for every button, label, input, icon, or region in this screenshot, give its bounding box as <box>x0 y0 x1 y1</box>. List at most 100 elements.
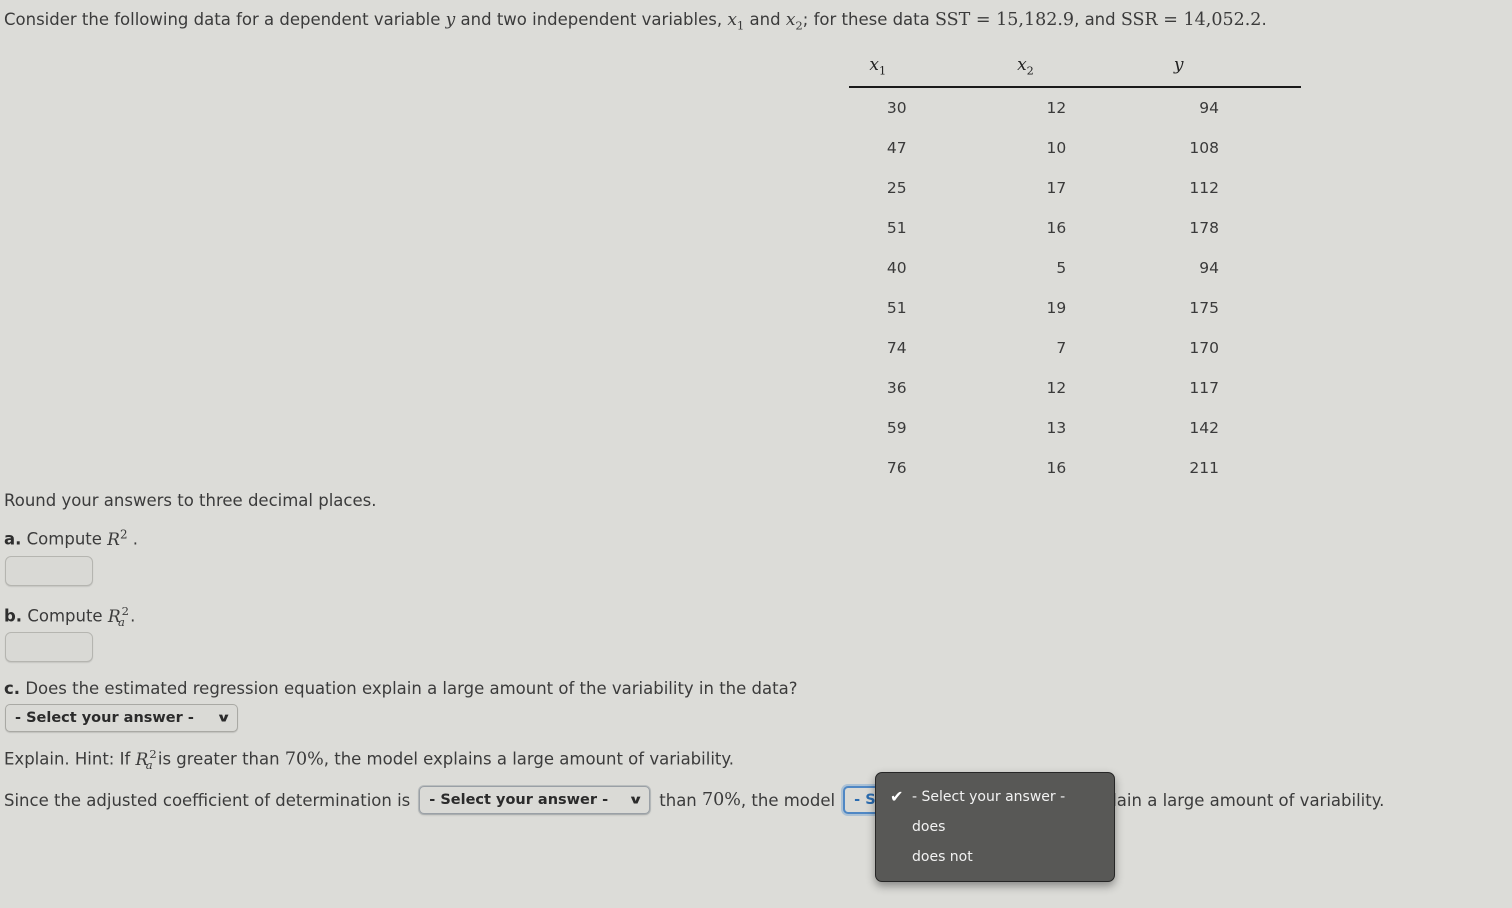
explain-pre: Explain. Hint: If <box>4 749 136 769</box>
cell-x1: 40 <box>886 259 907 278</box>
variable-x2: x2 <box>785 10 803 33</box>
table-row: 40 5 94 <box>849 248 1301 288</box>
cell-x1: 36 <box>886 379 907 398</box>
data-table: x1 x2 y 30 12 94 47 10 108 25 17 112 51 16 178 4… <box>849 55 1301 488</box>
ssr-value: 14,052.2 <box>1183 10 1262 30</box>
part-c-label: c. <box>4 679 21 698</box>
table-row: 30 12 94 <box>849 87 1301 128</box>
cell-x2: 16 <box>1046 459 1067 478</box>
cell-y: 142 <box>1189 419 1219 438</box>
part-a-text: Compute <box>26 529 102 549</box>
part-c-prompt: c. Does the estimated regression equatio… <box>4 679 797 698</box>
chevron-down-icon: ∨ <box>215 711 231 725</box>
cell-x1: 51 <box>886 219 907 238</box>
explain-post: , the model explains a large amount of v… <box>323 749 735 769</box>
table-row: 74 7 170 <box>849 328 1301 368</box>
cell-y: 211 <box>1189 459 1219 478</box>
column-header-y: y <box>1138 55 1301 89</box>
table-row: 59 13 142 <box>849 408 1301 448</box>
popup-option-does[interactable]: does <box>876 812 1114 842</box>
checkmark-icon: ✔ <box>890 787 904 806</box>
cell-x2: 16 <box>1046 219 1067 238</box>
cell-x1: 74 <box>886 339 907 358</box>
since-mid2: , the model <box>740 790 836 810</box>
question-page: Consider the following data for a depend… <box>0 0 1512 908</box>
sst-value: 15,182.9 <box>996 10 1075 30</box>
part-b-symbol: R2a <box>107 604 130 630</box>
cell-x2: 13 <box>1046 419 1067 438</box>
ssr-label: SSR <box>1120 10 1158 30</box>
intro-text-2: and two independent variables, <box>455 10 728 29</box>
popup-option-label: does <box>912 819 946 835</box>
explain-threshold: 70% <box>284 749 324 770</box>
cell-x2: 19 <box>1046 299 1067 318</box>
cell-x1: 30 <box>886 99 907 118</box>
intro-text-3: and <box>744 10 786 29</box>
dropdown-popup-menu[interactable]: ✔ - Select your answer - does does not <box>875 772 1115 882</box>
since-pre: Since the adjusted coefficient of determ… <box>4 790 411 810</box>
part-b-text: Compute <box>27 606 103 626</box>
cell-x1: 76 <box>886 459 907 478</box>
since-post: explain a large amount of variability. <box>1082 790 1385 810</box>
popup-option-select-your-answer[interactable]: ✔ - Select your answer - <box>876 782 1114 812</box>
table-row: 47 10 108 <box>849 128 1301 168</box>
cell-x2: 17 <box>1046 179 1067 198</box>
ssr-equals: = <box>1157 10 1184 30</box>
sst-label: SST <box>935 10 971 30</box>
explain-symbol: R2a <box>135 747 157 773</box>
select-comparison[interactable]: - Select your answer - ∨ <box>419 786 651 814</box>
cell-x2: 5 <box>1056 259 1067 278</box>
intro-text-4: ; for these data <box>802 10 935 29</box>
answer-input-a[interactable] <box>5 556 93 586</box>
part-a-period: . <box>132 529 139 549</box>
cell-y: 117 <box>1189 379 1219 398</box>
since-mid1: than <box>659 790 697 810</box>
cell-y: 170 <box>1189 339 1219 358</box>
cell-x1: 25 <box>886 179 907 198</box>
popup-option-label: does not <box>912 849 973 865</box>
explain-mid: is greater than <box>152 749 285 769</box>
cell-y: 175 <box>1189 299 1219 318</box>
checkmark-placeholder-icon <box>890 849 912 865</box>
table-row: 25 17 112 <box>849 168 1301 208</box>
popup-option-does-not[interactable]: does not <box>876 842 1114 872</box>
table-row: 76 16 211 <box>849 448 1301 488</box>
select-comparison-value: - Select your answer - <box>429 792 609 808</box>
table-body: 30 12 94 47 10 108 25 17 112 51 16 178 40 5 94 51 1… <box>849 87 1301 488</box>
cell-y: 94 <box>1199 99 1219 118</box>
cell-x2: 12 <box>1046 99 1067 118</box>
variable-y: y <box>445 10 456 30</box>
chevron-down-icon: ∨ <box>627 793 644 807</box>
since-statement: Since the adjusted coefficient of determ… <box>4 786 1384 814</box>
table-row: 51 16 178 <box>849 208 1301 248</box>
select-part-c-value: - Select your answer - <box>15 710 194 726</box>
cell-x1: 47 <box>886 139 907 158</box>
cell-x1: 51 <box>886 299 907 318</box>
intro-period: . <box>1261 10 1267 29</box>
intro-text-5: , and <box>1074 10 1121 29</box>
select-part-c[interactable]: - Select your answer - ∨ <box>5 704 238 732</box>
cell-y: 108 <box>1189 139 1219 158</box>
part-b-label: b. <box>4 606 23 626</box>
part-a-symbol: R2 <box>107 527 128 550</box>
cell-x2: 7 <box>1056 339 1067 358</box>
answer-input-b[interactable] <box>5 632 93 662</box>
table-row: 36 12 117 <box>849 368 1301 408</box>
part-b-prompt: b. Compute R2a . <box>4 604 135 629</box>
cell-y: 94 <box>1199 259 1219 278</box>
intro-text-1: Consider the following data for a depend… <box>4 10 446 29</box>
variable-x1: x1 <box>727 10 745 33</box>
column-header-x2: x2 <box>984 55 1139 89</box>
since-threshold: 70% <box>702 790 741 810</box>
part-c-question: Does the estimated regression equation e… <box>25 679 798 698</box>
sst-equals: = <box>970 10 997 30</box>
table-header-row: x1 x2 y <box>849 55 1301 89</box>
cell-x1: 59 <box>886 419 907 438</box>
part-a-prompt: a. Compute R2 . <box>4 527 138 550</box>
rounding-instruction: Round your answers to three decimal plac… <box>4 491 377 510</box>
cell-y: 112 <box>1189 179 1219 198</box>
part-a-label: a. <box>4 529 22 549</box>
table-row: 51 19 175 <box>849 288 1301 328</box>
checkmark-placeholder-icon <box>890 819 912 835</box>
problem-statement: Consider the following data for a depend… <box>4 10 1267 33</box>
